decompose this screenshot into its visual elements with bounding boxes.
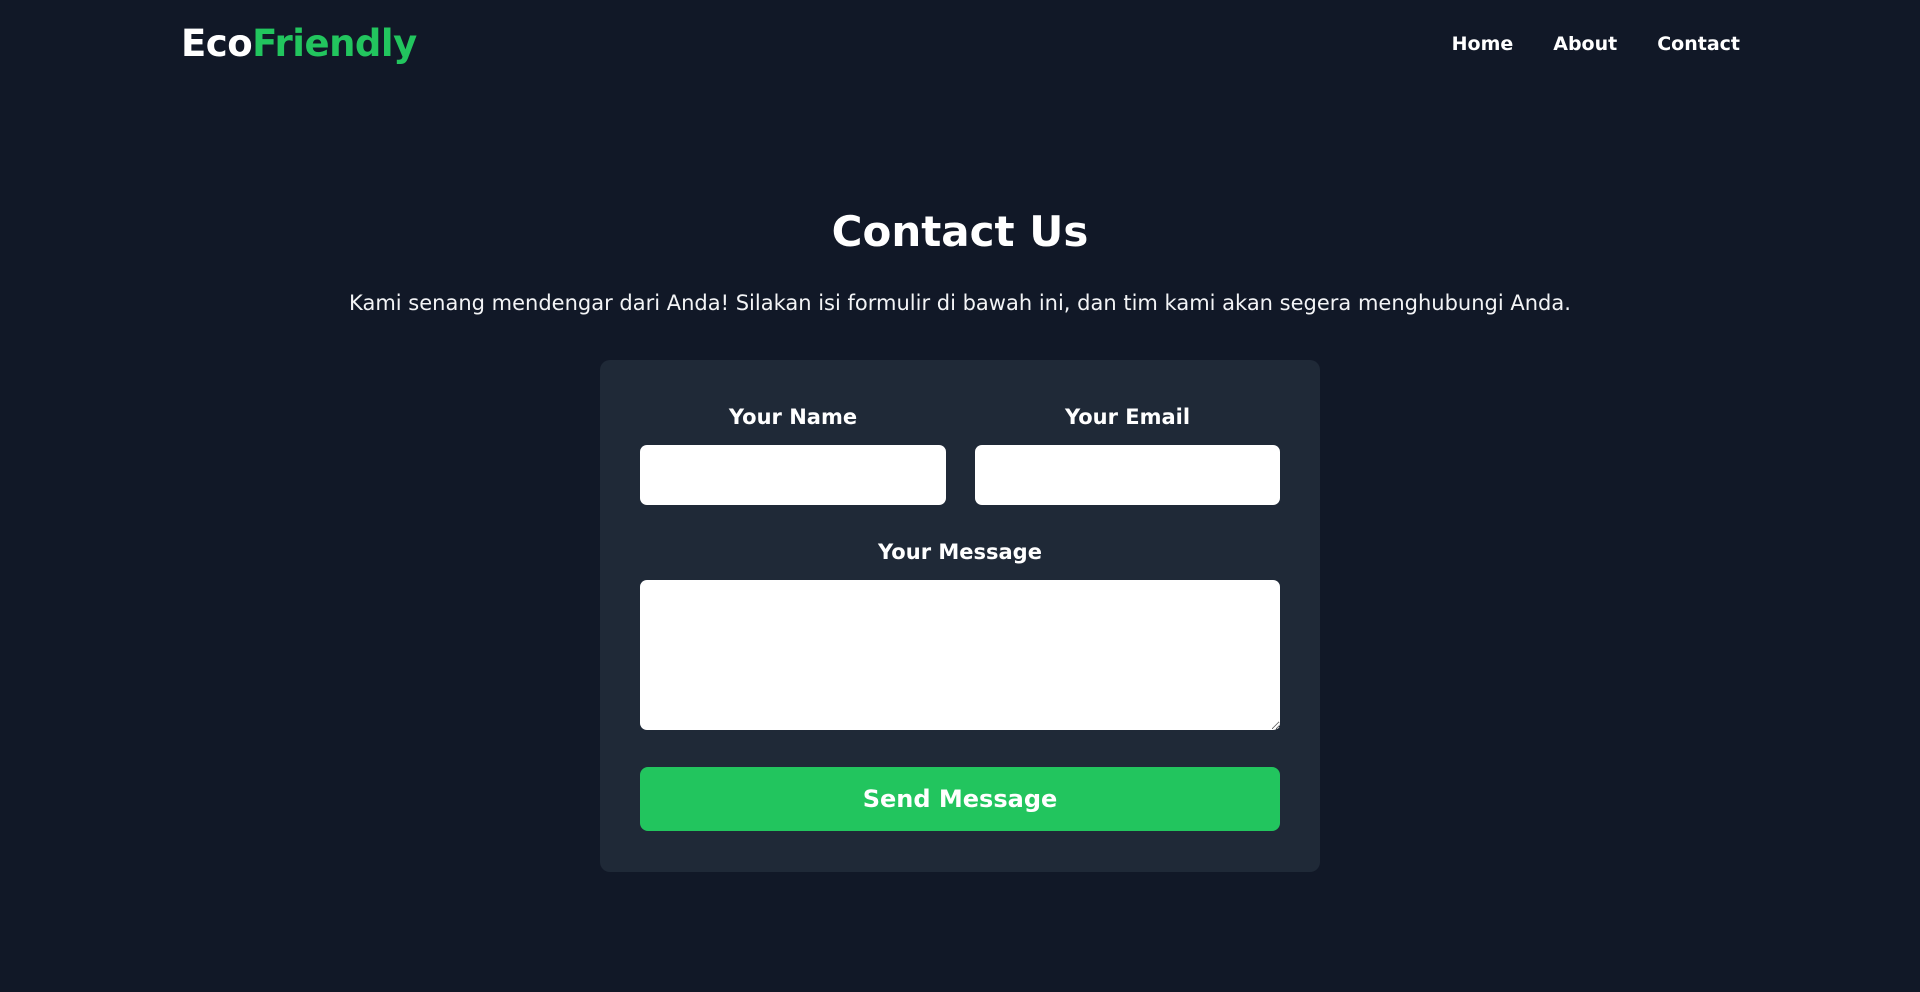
nav-contact-link[interactable]: Contact xyxy=(1657,30,1740,58)
email-label: Your Email xyxy=(1064,405,1191,429)
name-label: Your Name xyxy=(728,405,858,429)
page: EcoFriendly Home About Contact Contact U… xyxy=(0,0,1920,992)
brand-logo[interactable]: EcoFriendly xyxy=(181,22,417,66)
message-textarea[interactable] xyxy=(640,580,1280,730)
logo-eco-text: Eco xyxy=(181,22,253,65)
contact-form: Your Name Your Email Your Message Send M… xyxy=(600,360,1320,872)
email-input[interactable] xyxy=(975,445,1280,505)
page-subtitle: Kami senang mendengar dari Anda! Silakan… xyxy=(349,291,1571,315)
name-input[interactable] xyxy=(640,445,946,505)
site-header: EcoFriendly Home About Contact xyxy=(0,0,1920,88)
logo-friendly-text: Friendly xyxy=(252,22,417,65)
nav-about-link[interactable]: About xyxy=(1553,30,1617,58)
nav-home-link[interactable]: Home xyxy=(1452,30,1514,58)
page-title: Contact Us xyxy=(831,207,1089,256)
send-message-button[interactable]: Send Message xyxy=(640,767,1280,831)
main-nav: Home About Contact xyxy=(1452,30,1740,58)
message-label: Your Message xyxy=(878,540,1042,564)
